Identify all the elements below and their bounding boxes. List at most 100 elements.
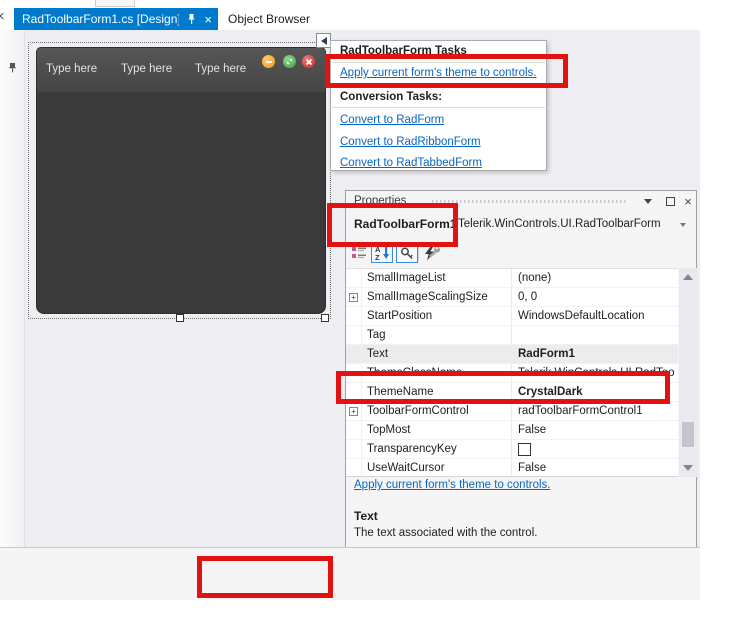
smart-tag-title: RadToolbarForm Tasks — [340, 45, 467, 57]
row-margin — [346, 383, 362, 401]
selected-object-type: Telerik.WinControls.UI.RadToolbarForm — [458, 218, 661, 230]
tab-design-view[interactable]: RadToolbarForm1.cs [Design]* × — [14, 8, 218, 30]
property-row-toolbarformcontrol[interactable]: + ToolbarFormControl radToolbarFormContr… — [346, 402, 678, 421]
property-value[interactable]: CrystalDark — [512, 383, 678, 401]
property-value[interactable]: False — [512, 459, 678, 477]
property-row-startposition[interactable]: StartPosition WindowsDefaultLocation — [346, 307, 678, 326]
drag-grip[interactable] — [432, 200, 627, 203]
property-value[interactable]: Telerik.WinControls.UI.RadToo — [512, 364, 678, 382]
property-row-smallimagescalingsize[interactable]: + SmallImageScalingSize 0, 0 — [346, 288, 678, 307]
property-label: Text — [362, 345, 512, 363]
property-label: Tag — [362, 326, 512, 344]
property-value[interactable]: radToolbarFormControl1 — [512, 402, 678, 420]
row-margin: + — [346, 402, 362, 420]
scrollbar-thumb[interactable] — [682, 422, 694, 447]
row-margin — [346, 307, 362, 325]
maximize-button[interactable] — [283, 55, 296, 68]
property-label: SmallImageScalingSize — [362, 288, 512, 306]
property-label: TransparencyKey — [362, 440, 512, 458]
property-row-usewaitcursor[interactable]: UseWaitCursor False — [346, 459, 678, 477]
property-value[interactable]: WindowsDefaultLocation — [512, 307, 678, 325]
color-swatch[interactable] — [518, 443, 531, 456]
toolbar-type-here-item[interactable]: Type here — [46, 63, 97, 75]
expand-icon[interactable]: + — [349, 293, 358, 302]
property-row-text[interactable]: Text RadForm1 — [346, 345, 678, 364]
close-button[interactable] — [302, 55, 315, 68]
collapsed-toolbox-strip[interactable] — [0, 30, 25, 600]
property-label: StartPosition — [362, 307, 512, 325]
property-value[interactable]: RadForm1 — [512, 345, 678, 363]
row-margin — [346, 421, 362, 439]
left-arrow-icon — [321, 37, 327, 45]
apply-theme-link[interactable]: Apply current form's theme to controls. — [340, 67, 537, 79]
property-label: UseWaitCursor — [362, 459, 512, 477]
property-label: SmallImageList — [362, 269, 512, 287]
chevron-down-icon[interactable] — [680, 223, 686, 227]
convert-to-radribbonform-link[interactable]: Convert to RadRibbonForm — [340, 136, 481, 148]
divider — [332, 62, 545, 63]
float-window-icon[interactable] — [662, 194, 678, 208]
resize-handle-bottom[interactable] — [176, 314, 184, 322]
tab-label: RadToolbarForm1.cs [Design]* — [22, 12, 179, 26]
property-row-themeclassname[interactable]: ThemeClassName Telerik.WinControls.UI.Ra… — [346, 364, 678, 383]
convert-to-radform-link[interactable]: Convert to RadForm — [340, 114, 444, 126]
property-value[interactable]: False — [512, 421, 678, 439]
property-row-transparencykey[interactable]: TransparencyKey — [346, 440, 678, 459]
divider — [418, 244, 419, 262]
document-tab-bar: × RadToolbarForm1.cs [Design]* × Object … — [0, 0, 735, 30]
property-row-smallimagelist[interactable]: SmallImageList (none) — [346, 269, 678, 288]
property-label: TopMost — [362, 421, 512, 439]
divider — [332, 107, 545, 108]
apply-theme-link[interactable]: Apply current form's theme to controls. — [354, 479, 551, 491]
window-position-icon[interactable] — [640, 194, 656, 208]
property-grid: SmallImageList (none) + SmallImageScalin… — [346, 268, 678, 477]
properties-panel-title: Properties — [354, 195, 406, 207]
properties-panel: Properties × RadToolbarForm1 Telerik.Win… — [345, 190, 697, 562]
close-icon[interactable]: × — [680, 194, 696, 208]
selected-object-name: RadToolbarForm1 — [354, 217, 456, 231]
conversion-tasks-header: Conversion Tasks: — [340, 91, 442, 103]
row-margin — [346, 459, 362, 477]
categorized-icon[interactable] — [350, 243, 368, 263]
smart-tag-panel: RadToolbarForm Tasks Apply current form'… — [330, 40, 547, 171]
property-row-themename[interactable]: ThemeName CrystalDark — [346, 383, 678, 402]
smart-tag-button[interactable] — [316, 33, 331, 48]
row-margin — [346, 269, 362, 287]
property-value[interactable] — [512, 326, 678, 344]
resize-handle-bottom-right[interactable] — [321, 314, 329, 322]
convert-to-radtabbedform-link[interactable]: Convert to RadTabbedForm — [340, 157, 482, 169]
property-pages-wrench-icon — [426, 243, 442, 263]
toolbar-fragment — [95, 0, 135, 7]
close-icon[interactable]: × — [0, 8, 5, 25]
property-value[interactable]: (none) — [512, 269, 678, 287]
scroll-up-icon[interactable] — [683, 274, 693, 280]
property-row-topmost[interactable]: TopMost False — [346, 421, 678, 440]
vs-designer-window: × RadToolbarForm1.cs [Design]* × Object … — [0, 0, 735, 617]
row-margin: + — [346, 288, 362, 306]
properties-icon[interactable] — [396, 243, 418, 263]
toolbar-type-here-item[interactable]: Type here — [121, 63, 172, 75]
property-value[interactable] — [512, 440, 678, 458]
pin-icon — [6, 61, 19, 74]
svg-text:Z: Z — [375, 253, 380, 261]
property-description-text: The text associated with the control. — [354, 527, 537, 539]
tab-label: Object Browser — [228, 12, 310, 26]
scroll-down-icon[interactable] — [683, 465, 693, 471]
tab-object-browser[interactable]: Object Browser — [218, 8, 330, 30]
expand-icon[interactable]: + — [349, 407, 358, 416]
radtoolbarform-design-canvas[interactable]: Type here Type here Type here — [37, 48, 325, 313]
toolbar-type-here-item[interactable]: Type here — [195, 63, 246, 75]
tab-close-icon[interactable]: × — [204, 13, 212, 26]
row-margin — [346, 345, 362, 363]
alphabetical-sort-icon[interactable]: A Z — [371, 243, 393, 263]
property-row-tag[interactable]: Tag — [346, 326, 678, 345]
row-margin — [346, 364, 362, 382]
property-value[interactable]: 0, 0 — [512, 288, 678, 306]
scrollbar[interactable] — [679, 268, 697, 477]
property-description-title: Text — [354, 509, 378, 523]
minimize-button[interactable] — [262, 55, 275, 68]
row-margin — [346, 326, 362, 344]
pin-icon[interactable] — [186, 13, 197, 25]
divider — [332, 86, 545, 87]
property-label: ThemeName — [362, 383, 512, 401]
